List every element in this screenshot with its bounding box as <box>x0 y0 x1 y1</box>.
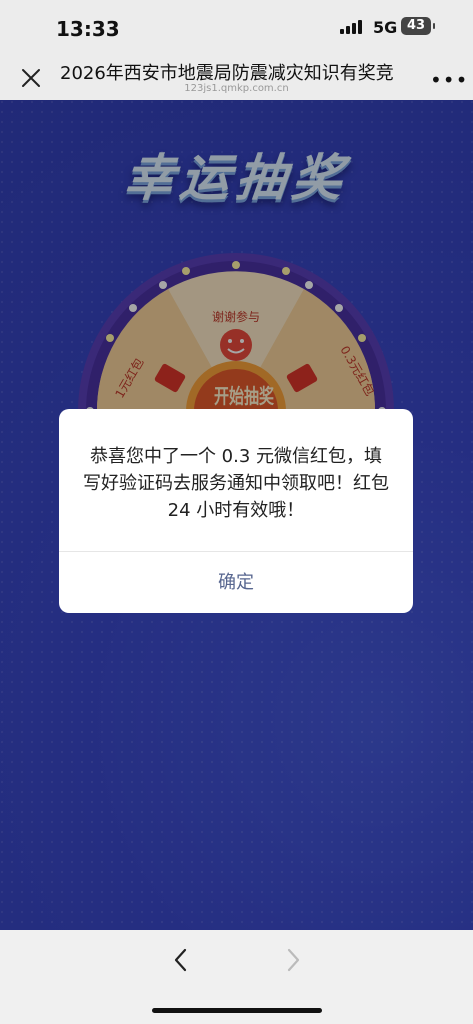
status-bar: 13:33 5G 43 <box>0 0 473 56</box>
battery-icon: 43 <box>401 17 435 35</box>
bottom-toolbar <box>0 930 473 1024</box>
home-indicator <box>152 1008 322 1013</box>
confirm-button[interactable]: 确定 <box>59 552 413 613</box>
more-icon[interactable]: ••• <box>430 68 468 92</box>
back-arrow-icon[interactable] <box>170 946 190 974</box>
network-type: 5G <box>373 18 398 37</box>
status-time: 13:33 <box>56 17 120 41</box>
prize-dialog: 恭喜您中了一个 0.3 元微信红包，填写好验证码去服务通知中领取吧！红包 24 … <box>59 409 413 613</box>
signal-icon <box>340 20 366 34</box>
forward-arrow-icon[interactable] <box>284 946 304 974</box>
page-title: 2026年西安市地震局防震减灾知识有奖竞 <box>60 63 394 84</box>
page-url: 123js1.qmkp.com.cn <box>184 83 289 94</box>
dialog-message: 恭喜您中了一个 0.3 元微信红包，填写好验证码去服务通知中领取吧！红包 24 … <box>83 446 389 521</box>
nav-bar: 2026年西安市地震局防震减灾知识有奖竞 123js1.qmkp.com.cn … <box>0 56 473 100</box>
battery-level: 43 <box>406 18 426 33</box>
